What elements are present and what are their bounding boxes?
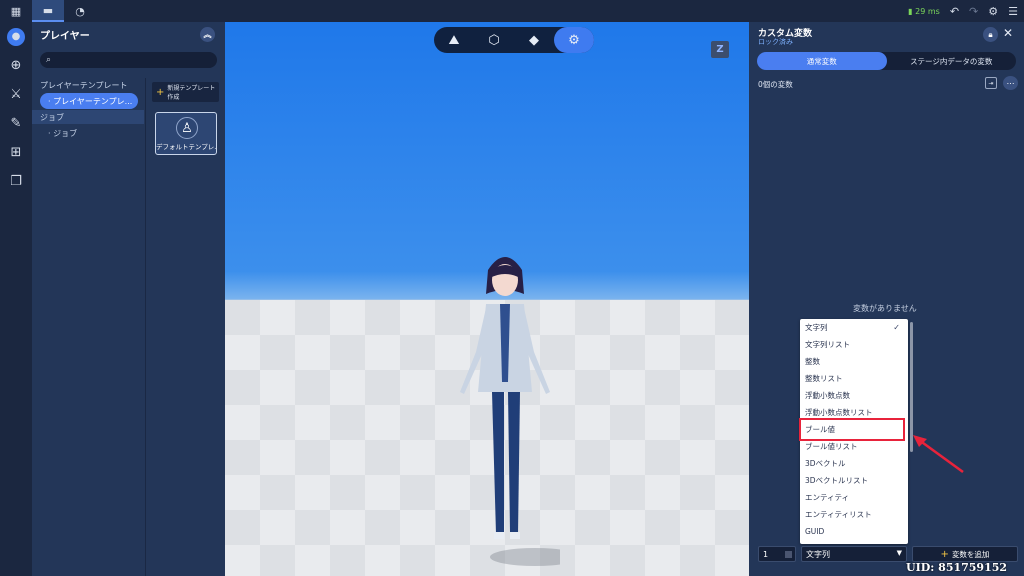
character-left-shoe	[494, 532, 504, 539]
empty-state-label: 変数がありません	[853, 304, 917, 313]
dropdown-option-guid[interactable]: GUID	[804, 523, 904, 540]
variable-type-select[interactable]: 文字列 ▼	[801, 546, 907, 562]
rail-add-box-icon[interactable]: ⊞	[0, 138, 32, 167]
app-grid-icon[interactable]: ▦	[0, 0, 32, 22]
dropdown-option-integer-list[interactable]: 整数リスト	[804, 370, 904, 387]
uid-watermark: UID: 851759152	[906, 561, 1008, 574]
rail-sword-icon[interactable]: ⚔	[0, 80, 32, 109]
sliders-icon[interactable]: ☰	[1008, 5, 1018, 18]
player-search-input[interactable]	[55, 55, 196, 65]
tab-stage-data-variables[interactable]: ステージ内データの変数	[887, 52, 1017, 70]
ping-value: 29 ms	[915, 6, 940, 16]
new-template-button[interactable]: + 新規テンプレート作成	[152, 82, 219, 102]
dropdown-option-entity-list[interactable]: エンティティリスト	[804, 506, 904, 523]
dropdown-option-string-list[interactable]: 文字列リスト	[804, 336, 904, 353]
character-shadow	[490, 548, 560, 566]
option-label: GUID	[805, 527, 825, 536]
option-label: エンティティリスト	[805, 510, 872, 519]
caret-down-icon: ▼	[896, 549, 902, 557]
lock-icon[interactable]: 🔒︎	[983, 27, 998, 42]
character-model[interactable]	[450, 242, 560, 572]
player-panel-title: プレイヤー	[40, 30, 90, 42]
player-panel-header: プレイヤー ︽	[32, 22, 225, 46]
transform-toolbar: ⛰ ⬡ ◆ ⚙	[434, 27, 594, 53]
tree-item-player-template[interactable]: · プレイヤーテンプレ...	[40, 93, 138, 109]
tree-category-job[interactable]: ジョブ	[32, 110, 144, 124]
rail-copy-icon[interactable]: ❐	[0, 167, 32, 196]
tree-item-job[interactable]: · ジョブ	[40, 125, 138, 141]
redo-icon[interactable]: ↷	[969, 5, 978, 18]
player-icon: ●	[7, 27, 25, 46]
dropdown-option-float[interactable]: 浮動小数点数	[804, 387, 904, 404]
rail-tag-icon[interactable]: ✎	[0, 109, 32, 138]
character-right-shoe	[510, 532, 520, 539]
cube-tool-icon[interactable]: ◆	[514, 27, 554, 53]
stepper-icon[interactable]	[785, 551, 792, 558]
tab-normal-variables[interactable]: 通常変数	[757, 52, 887, 70]
scene-viewport[interactable]: ⛰ ⬡ ◆ ⚙ Z	[225, 22, 749, 576]
dropdown-option-string[interactable]: 文字列 ✓	[804, 319, 904, 336]
player-tree: プレイヤーテンプレート · プレイヤーテンプレ... ジョブ · ジョブ	[32, 78, 144, 576]
annotation-arrow	[913, 435, 964, 474]
plus-icon: +	[156, 86, 165, 98]
variable-count: 0個の変数	[758, 80, 793, 89]
dropdown-option-vector3-list[interactable]: 3Dベクトルリスト	[804, 472, 904, 489]
z-key-badge: Z	[711, 41, 729, 58]
option-label: 文字列リスト	[805, 340, 850, 349]
variable-tabs: 通常変数 ステージ内データの変数	[757, 52, 1016, 70]
option-label: 浮動小数点数リスト	[805, 408, 873, 417]
ping-indicator: ▮ 29 ms	[908, 6, 940, 16]
more-options-icon[interactable]: ⋯	[1003, 76, 1018, 90]
option-label: 文字列	[805, 323, 828, 332]
check-icon: ✓	[893, 323, 900, 332]
rail-add-icon[interactable]: ⊕	[0, 51, 32, 80]
add-variable-label: 変数を追加	[951, 549, 990, 559]
add-variable-button[interactable]: + 変数を追加	[912, 546, 1018, 562]
player-panel: プレイヤー ︽ ⌕ プレイヤーテンプレート · プレイヤーテンプレ... ジョブ…	[32, 22, 225, 576]
collapse-chevron-icon[interactable]: ︽	[200, 27, 215, 42]
option-label: ブール値リスト	[805, 442, 858, 451]
settings-gear-icon[interactable]: ⚙	[988, 5, 998, 18]
quantity-field[interactable]: 1	[758, 546, 796, 562]
plus-icon: +	[940, 548, 949, 560]
character-right-leg	[508, 392, 520, 534]
person-icon: ♙	[176, 117, 198, 139]
default-template-label: デフォルトテンプレ...	[156, 143, 216, 151]
search-icon: ⌕	[46, 55, 52, 65]
template-list: + 新規テンプレート作成 ♙ デフォルトテンプレ...	[145, 78, 225, 576]
option-label: 浮動小数点数	[805, 391, 850, 400]
option-label: 3Dベクトル	[805, 459, 846, 468]
option-label: 整数リスト	[805, 374, 843, 383]
import-icon[interactable]: ⇥	[985, 77, 997, 89]
topbar-right: ▮ 29 ms ↶ ↷ ⚙ ☰	[908, 0, 1018, 22]
player-panel-body: プレイヤーテンプレート · プレイヤーテンプレ... ジョブ · ジョブ + 新…	[32, 78, 225, 576]
option-label: 3Dベクトルリスト	[805, 476, 869, 485]
new-template-label: 新規テンプレート作成	[167, 85, 216, 101]
dropdown-option-integer[interactable]: 整数	[804, 353, 904, 370]
tree-item-job-label: ジョブ	[53, 128, 78, 138]
option-label: エンティティ	[805, 493, 850, 502]
undo-icon[interactable]: ↶	[950, 5, 959, 18]
selected-type-label: 文字列	[806, 549, 830, 559]
top-bar: ▦ ▬ ◔ ▮ 29 ms ↶ ↷ ⚙ ☰	[0, 0, 1024, 22]
tree-item-player-template-label: プレイヤーテンプレ...	[53, 96, 133, 106]
terrain-tool-icon[interactable]: ⛰	[434, 27, 474, 53]
dropdown-option-vector3[interactable]: 3Dベクトル	[804, 455, 904, 472]
lock-status: ロック済み	[758, 38, 793, 46]
annotation-highlight-box	[799, 418, 905, 441]
quantity-value: 1	[763, 549, 769, 559]
default-template-card[interactable]: ♙ デフォルトテンプレ...	[155, 112, 217, 155]
player-search-box[interactable]: ⌕	[40, 52, 217, 68]
settings-tool-icon[interactable]: ⚙	[554, 27, 594, 53]
rail-player-button[interactable]: ●	[0, 22, 32, 51]
close-icon[interactable]: ✕	[1003, 26, 1013, 40]
folder-icon[interactable]: ▬	[32, 0, 64, 22]
dropdown-option-entity[interactable]: エンティティ	[804, 489, 904, 506]
move-tool-icon[interactable]: ⬡	[474, 27, 514, 53]
tree-category-player-template[interactable]: プレイヤーテンプレート	[32, 78, 144, 92]
left-icon-rail: ● ⊕ ⚔ ✎ ⊞ ❐	[0, 22, 32, 576]
gauge-icon[interactable]: ◔	[64, 0, 96, 22]
option-label: 整数	[805, 357, 820, 366]
character-left-leg	[492, 392, 504, 534]
